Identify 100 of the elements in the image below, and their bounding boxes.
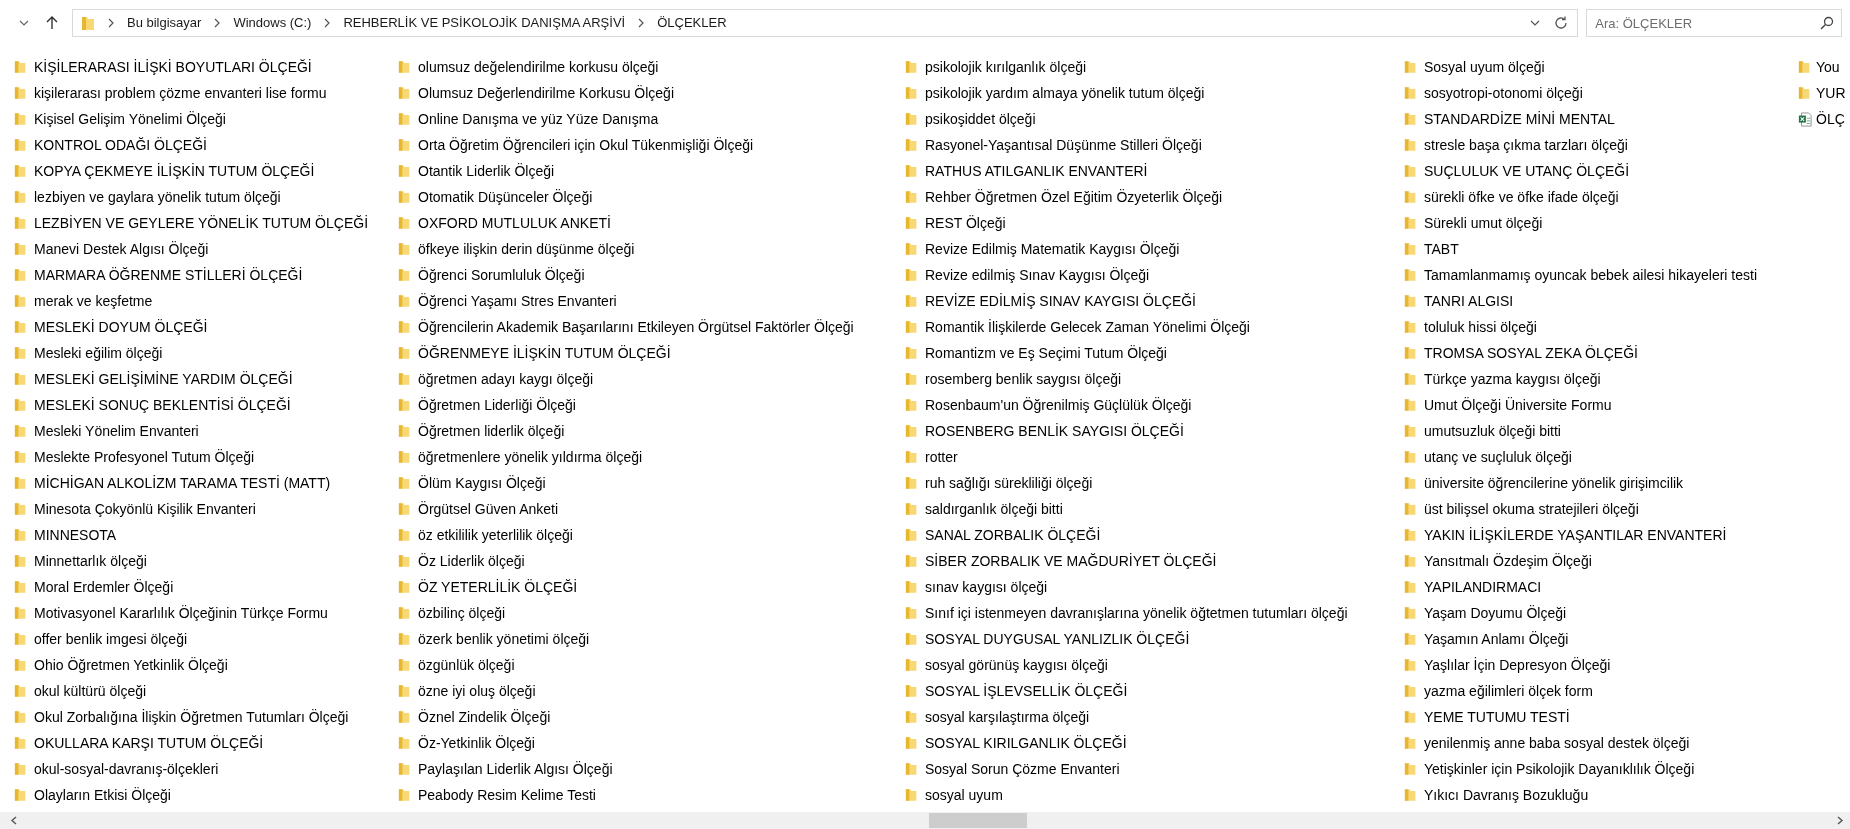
file-name[interactable]: Revize edilmiş Sınav Kaygısı Ölçeği — [925, 264, 1150, 286]
file-name[interactable]: Öz Liderlik ölçeği — [418, 550, 525, 572]
file-name[interactable]: okul-sosyal-davranış-ölçekleri — [34, 758, 219, 780]
up-arrow-icon[interactable] — [44, 15, 60, 31]
file-name[interactable]: kişilerarası problem çözme envanteri lise formu — [34, 82, 327, 104]
scroll-left-icon[interactable] — [10, 816, 19, 825]
file-name[interactable]: sürekli öfke ve öfke ifade ölçeği — [1424, 186, 1619, 208]
search-field[interactable]: Ara: ÖLÇEKLER — [1586, 9, 1842, 37]
file-name[interactable]: Romantik İlişkilerde Gelecek Zaman Yönelimi Ölçeği — [925, 316, 1250, 338]
file-name[interactable]: OKULLARA KARŞI TUTUM ÖLÇEĞİ — [34, 732, 264, 754]
file-name[interactable]: SANAL ZORBALIK ÖLÇEĞİ — [925, 524, 1101, 546]
file-name[interactable]: Yıkıcı Davranış Bozukluğu — [1424, 784, 1589, 806]
refresh-icon[interactable] — [1553, 15, 1570, 31]
file-name[interactable]: MARMARA ÖĞRENME STİLLERİ ÖLÇEĞİ — [34, 264, 303, 286]
file-name[interactable]: Örgütsel Güven Anketi — [418, 498, 559, 520]
file-name[interactable]: Orta Öğretim Öğrencileri için Okul Tükenmişliği Ölçeği — [418, 134, 754, 156]
file-name[interactable]: Yetişkinler için Psikolojik Dayanıklılık Ölçeği — [1424, 758, 1695, 780]
file-name[interactable]: Yaşamın Anlamı Ölçeği — [1424, 628, 1569, 650]
file-name[interactable]: öfkeye ilişkin derin düşünme ölçeği — [418, 238, 635, 260]
file-name[interactable]: YEME TUTUMU TESTİ — [1424, 706, 1570, 728]
file-name[interactable]: sosyotropi-otonomi ölçeği — [1424, 82, 1583, 104]
file-name[interactable]: lezbiyen ve gaylara yönelik tutum ölçeği — [34, 186, 281, 208]
address-bar[interactable]: Bu bilgisayar Windows (C:) REHBERLİK VE PSİKOLOJİK DANIŞMA ARŞİVİ ÖLÇEKLER — [71, 9, 1579, 37]
file-name[interactable]: Öznel Zindelik Ölçeği — [418, 706, 551, 728]
file-name[interactable]: KONTROL ODAĞI ÖLÇEĞİ — [34, 134, 207, 156]
file-name[interactable]: Umut Ölçeği Üniversite Formu — [1424, 394, 1612, 416]
file-name[interactable]: Ölüm Kaygısı Ölçeği — [418, 472, 546, 494]
file-name[interactable]: Romantizm ve Eş Seçimi Tutum Ölçeği — [925, 342, 1167, 364]
file-name[interactable]: TROMSA SOSYAL ZEKA ÖLÇEĞİ — [1424, 342, 1638, 364]
file-name[interactable]: RATHUS ATILGANLIK ENVANTERİ — [925, 160, 1148, 182]
file-name[interactable]: Ohio Öğretmen Yetkinlik Ölçeği — [34, 654, 228, 676]
file-name[interactable]: Mesleki Yönelim Envanteri — [34, 420, 199, 442]
file-name[interactable]: You — [1816, 56, 1840, 78]
file-name[interactable]: Manevi Destek Algısı Ölçeği — [34, 238, 209, 260]
file-name[interactable]: Mesleki eğilim ölçeği — [34, 342, 163, 364]
file-name[interactable]: Sosyal Sorun Çözme Envanteri — [925, 758, 1120, 780]
file-name[interactable]: MESLEKİ GELİŞİMİNE YARDIM ÖLÇEĞİ — [34, 368, 293, 390]
file-name[interactable]: REST Ölçeği — [925, 212, 1006, 234]
file-name[interactable]: sosyal görünüş kaygısı ölçeği — [925, 654, 1108, 676]
file-name[interactable]: Sürekli umut ölçeği — [1424, 212, 1543, 234]
file-name[interactable]: psikoşiddet ölçeği — [925, 108, 1036, 130]
file-name[interactable]: STANDARDİZE MİNİ MENTAL — [1424, 108, 1615, 130]
file-name[interactable]: SİBER ZORBALIK VE MAĞDURİYET ÖLÇEĞİ — [925, 550, 1217, 572]
file-name[interactable]: rotter — [925, 446, 958, 468]
chevron-right-icon[interactable] — [323, 18, 332, 28]
file-name[interactable]: yenilenmiş anne baba sosyal destek ölçeği — [1424, 732, 1690, 754]
file-name[interactable]: Tamamlanmamış oyuncak bebek ailesi hikayeleri testi — [1424, 264, 1758, 286]
file-name[interactable]: psikolojik yardım almaya yönelik tutum ölçeği — [925, 82, 1205, 104]
file-name[interactable]: psikolojik kırılganlık ölçeği — [925, 56, 1087, 78]
file-name[interactable]: üst bilişsel okuma stratejileri ölçeği — [1424, 498, 1639, 520]
file-name[interactable]: Rehber Öğretmen Özel Eğitim Özyeterlik Ölçeği — [925, 186, 1223, 208]
chevron-right-icon[interactable] — [213, 18, 222, 28]
scrollbar-thumb[interactable] — [929, 813, 1027, 828]
file-name[interactable]: Rasyonel-Yaşantısal Düşünme Stilleri Ölçeği — [925, 134, 1202, 156]
file-name[interactable]: Okul Zorbalığına İlişkin Öğretmen Tutumları Ölçeği — [34, 706, 349, 728]
file-name[interactable]: Kişisel Gelişim Yönelimi Ölçeği — [34, 108, 226, 130]
file-name[interactable]: öğretmenlere yönelik yıldırma ölçeği — [418, 446, 643, 468]
file-name[interactable]: TABT — [1424, 238, 1459, 260]
file-name[interactable]: sosyal uyum — [925, 784, 1003, 806]
file-name[interactable]: Moral Erdemler Ölçeği — [34, 576, 174, 598]
file-name[interactable]: KİŞİLERARASI İLİŞKİ BOYUTLARI ÖLÇEĞİ — [34, 56, 312, 78]
breadcrumb[interactable]: Bu bilgisayar — [126, 13, 202, 33]
file-name[interactable]: Türkçe yazma kaygısı ölçeği — [1424, 368, 1601, 390]
file-name[interactable]: KOPYA ÇEKMEYE İLİŞKİN TUTUM ÖLÇEĞİ — [34, 160, 315, 182]
file-name[interactable]: özbilinç ölçeği — [418, 602, 506, 624]
file-name[interactable]: Revize Edilmiş Matematik Kaygısı Ölçeği — [925, 238, 1180, 260]
file-name[interactable]: Otomatik Düşünceler Ölçeği — [418, 186, 593, 208]
file-name[interactable]: SOSYAL İŞLEVSELLİK ÖLÇEĞİ — [925, 680, 1128, 702]
file-name[interactable]: okul kültürü ölçeği — [34, 680, 147, 702]
file-name[interactable]: Sosyal uyum ölçeği — [1424, 56, 1545, 78]
file-name[interactable]: Otantik Liderlik Ölçeği — [418, 160, 555, 182]
file-name[interactable]: yazma eğilimleri ölçek form — [1424, 680, 1593, 702]
file-name[interactable]: MİCHİGAN ALKOLİZM TARAMA TESTİ (MATT) — [34, 472, 331, 494]
file-name[interactable]: özerk benlik yönetimi ölçeği — [418, 628, 590, 650]
file-name[interactable]: toluluk hissi ölçeği — [1424, 316, 1537, 338]
file-name[interactable]: Paylaşılan Liderlik Algısı Ölçeği — [418, 758, 613, 780]
file-name[interactable]: Online Danışma ve yüz Yüze Danışma — [418, 108, 659, 130]
file-name[interactable]: YAKIN İLİŞKİLERDE YAŞANTILAR ENVANTERİ — [1424, 524, 1727, 546]
file-name[interactable]: stresle başa çıkma tarzları ölçeği — [1424, 134, 1628, 156]
file-name[interactable]: umutsuzluk ölçeği bitti — [1424, 420, 1561, 442]
file-name[interactable]: TANRI ALGISI — [1424, 290, 1514, 312]
file-name[interactable]: offer benlik imgesi ölçeği — [34, 628, 188, 650]
file-name[interactable]: sosyal karşılaştırma ölçeği — [925, 706, 1090, 728]
breadcrumb[interactable]: ÖLÇEKLER — [657, 13, 727, 33]
horizontal-scrollbar[interactable] — [0, 812, 1850, 829]
file-name[interactable]: REVİZE EDİLMİŞ SINAV KAYGISI ÖLÇEĞİ — [925, 290, 1196, 312]
file-name[interactable]: merak ve keşfetme — [34, 290, 153, 312]
file-name[interactable]: olumsuz değelendirilme korkusu ölçeği — [418, 56, 659, 78]
scroll-right-icon[interactable] — [1835, 816, 1844, 825]
file-name[interactable]: Peabody Resim Kelime Testi — [418, 784, 596, 806]
file-name[interactable]: Motivasyonel Kararlılık Ölçeğinin Türkçe Formu — [34, 602, 328, 624]
file-name[interactable]: MESLEKİ SONUÇ BEKLENTİSİ ÖLÇEĞİ — [34, 394, 291, 416]
file-name[interactable]: Rosenbaum'un Öğrenilmiş Güçlülük Ölçeği — [925, 394, 1192, 416]
file-name[interactable]: saldırganlık ölçeği bitti — [925, 498, 1063, 520]
file-name[interactable]: Meslekte Profesyonel Tutum Ölçeği — [34, 446, 255, 468]
chevron-right-icon[interactable] — [106, 18, 115, 28]
file-name[interactable]: ruh sağlığı sürekliliği ölçeği — [925, 472, 1093, 494]
file-name[interactable]: sınav kaygısı ölçeği — [925, 576, 1048, 598]
file-name[interactable]: SUÇLULUK VE UTANÇ ÖLÇEĞİ — [1424, 160, 1630, 182]
file-name[interactable]: Olayların Etkisi Ölçeği — [34, 784, 171, 806]
